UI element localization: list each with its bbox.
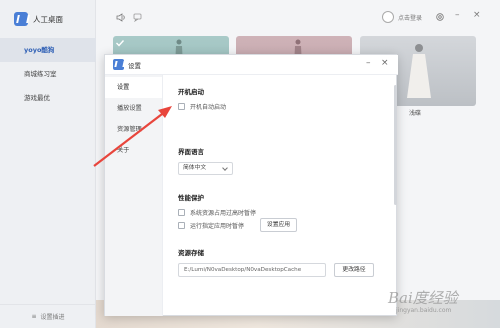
sidebar: 人工桌面 yoyo酷狗 商城练习室 游戏最优 ≡ 设置插进: [0, 0, 96, 328]
dialog-nav-label: 设置: [117, 84, 130, 91]
pause-app-option[interactable]: 运行指定应用时暂停: [178, 221, 244, 230]
dialog-nav-label: 资源管理: [117, 126, 142, 133]
settings-dialog: 设置 – × 设置 播放设置 资源管理 关于 开机启动 开机自动启动 界面语言 …: [104, 54, 398, 316]
dialog-scrollbar[interactable]: [394, 85, 397, 205]
app-logo-icon: [14, 12, 28, 26]
dialog-nav: 设置 播放设置 资源管理 关于: [105, 75, 163, 316]
storage-section-title: 资源存储: [178, 249, 204, 257]
pause-app-label: 运行指定应用时暂停: [190, 223, 245, 230]
dialog-nav-item-playback[interactable]: 播放设置: [105, 98, 162, 119]
pause-high-usage-label: 系统资源占用过高时暂停: [190, 210, 257, 217]
set-apps-button[interactable]: 设置应用: [260, 218, 297, 232]
dialog-title: 设置: [128, 62, 141, 70]
language-select[interactable]: 简体中文: [178, 162, 233, 175]
performance-section-title: 性能保护: [178, 194, 204, 202]
watermark-sub: jingyan.baidu.com: [396, 307, 452, 314]
autostart-option[interactable]: 开机自动启动: [178, 102, 226, 111]
minimize-button[interactable]: –: [455, 11, 460, 20]
dialog-nav-item-settings[interactable]: 设置: [105, 77, 162, 98]
sidebar-item-label: 商城练习室: [24, 70, 57, 78]
dialog-content: 开机启动 开机自动启动 界面语言 简体中文 性能保护 系统资源占用过高时暂停 运…: [163, 75, 397, 316]
login-label: 点击登录: [398, 14, 423, 22]
avatar: [382, 11, 394, 23]
watermark: Bai度经验 jingyan.baidu.com: [388, 287, 458, 314]
autostart-label: 开机自动启动: [190, 104, 227, 111]
dialog-close-button[interactable]: ×: [381, 59, 389, 68]
dialog-nav-item-resources[interactable]: 资源管理: [105, 119, 162, 140]
pause-high-usage-checkbox[interactable]: [178, 209, 185, 216]
language-section-title: 界面语言: [178, 148, 204, 156]
app-logo-icon: [113, 59, 124, 70]
sidebar-item-label: yoyo酷狗: [24, 46, 55, 54]
menu-icon: ≡: [31, 313, 37, 320]
sidebar-footer-label: 设置插进: [40, 314, 65, 321]
dialog-nav-label: 关于: [117, 147, 130, 154]
dialog-minimize-button[interactable]: –: [366, 59, 371, 68]
dialog-nav-item-about[interactable]: 关于: [105, 140, 162, 161]
startup-section-title: 开机启动: [178, 88, 204, 96]
settings-icon[interactable]: [435, 12, 445, 25]
change-path-button[interactable]: 更改路径: [334, 263, 374, 277]
pause-app-checkbox[interactable]: [178, 222, 185, 229]
wallpaper-label: 浅碟: [409, 110, 422, 117]
app-name: 人工桌面: [33, 14, 63, 24]
autostart-checkbox[interactable]: [178, 103, 185, 110]
volume-icon[interactable]: [116, 13, 126, 25]
dialog-titlebar: 设置 – ×: [105, 55, 398, 75]
sidebar-nav: yoyo酷狗 商城练习室 游戏最优: [0, 38, 96, 110]
pause-high-usage-option[interactable]: 系统资源占用过高时暂停: [178, 208, 256, 217]
sidebar-item-practice[interactable]: 商城练习室: [0, 62, 96, 86]
watermark-text: Bai度经验: [388, 289, 458, 307]
sidebar-item-label: 游戏最优: [24, 94, 50, 102]
figure-image: [407, 44, 431, 98]
storage-path-field[interactable]: E:/Lumi/N0vaDesktop/N0vaDesktopCache: [178, 263, 326, 277]
dialog-nav-label: 播放设置: [117, 105, 142, 112]
sidebar-item-games[interactable]: 游戏最优: [0, 86, 96, 110]
check-icon: [116, 40, 125, 47]
sidebar-footer-button[interactable]: ≡ 设置插进: [0, 304, 96, 328]
login-button[interactable]: 点击登录: [382, 11, 422, 23]
chat-icon[interactable]: [133, 13, 143, 25]
sidebar-item-yoyo[interactable]: yoyo酷狗: [0, 38, 96, 62]
topbar: 点击登录 – ×: [96, 0, 500, 36]
chevron-down-icon: [222, 165, 228, 171]
language-select-value: 简体中文: [183, 165, 207, 171]
close-button[interactable]: ×: [473, 11, 481, 20]
app-logo: 人工桌面: [14, 12, 63, 26]
